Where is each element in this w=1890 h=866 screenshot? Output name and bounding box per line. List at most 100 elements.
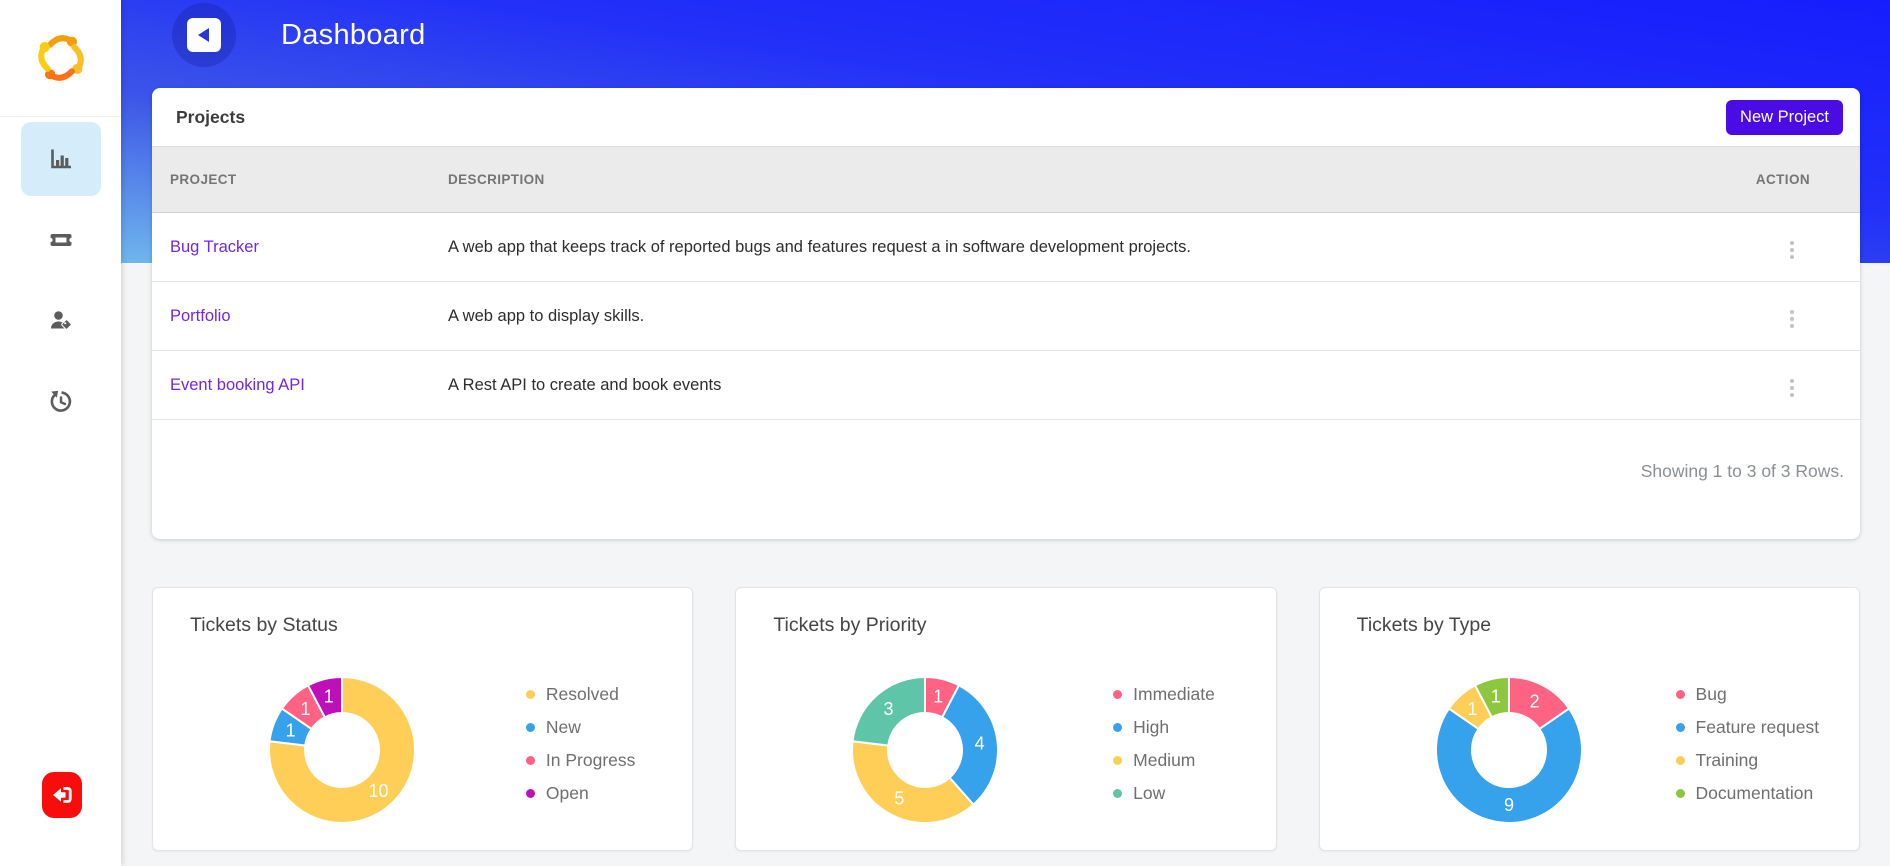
project-description: A Rest API to create and book events [448, 375, 722, 394]
legend-label: New [545, 717, 581, 737]
chevron-left-icon [187, 18, 221, 52]
legend-item-training[interactable]: Training [1675, 750, 1820, 770]
legend-dot [1675, 788, 1685, 798]
donut-chart: 2 9 11 [1434, 675, 1583, 824]
app-logo [0, 0, 121, 117]
chart-legend: Bug Feature request Training Documentation [1650, 684, 1845, 803]
chart-title: Tickets by Type [1356, 614, 1492, 636]
projects-card: Projects New Project PROJECT DESCRIPTION… [152, 88, 1860, 539]
project-description: A web app that keeps track of reported b… [448, 237, 1191, 256]
chart-legend: Resolved New In Progress Open [483, 684, 678, 803]
legend-item-new[interactable]: New [525, 717, 635, 737]
slice-value-label: 4 [975, 733, 985, 753]
legend-label: Open [545, 783, 589, 803]
legend-dot [525, 689, 535, 699]
legend-item-bug[interactable]: Bug [1675, 684, 1820, 704]
history-icon [50, 390, 71, 412]
user-tag-icon [50, 311, 72, 330]
row-actions-button[interactable] [1782, 375, 1803, 402]
ticket-icon [47, 234, 74, 246]
logout-button[interactable] [42, 772, 82, 818]
legend-label: Low [1133, 783, 1166, 803]
sidebar-item-dashboard[interactable] [20, 122, 101, 196]
sidebar [0, 0, 121, 866]
new-project-button[interactable]: New Project [1726, 99, 1843, 135]
main-area: Dashboard Projects New Project PROJECT D… [121, 0, 1890, 866]
legend-label: High [1133, 717, 1170, 737]
legend-dot [1675, 722, 1685, 732]
team-logo-icon [37, 35, 84, 81]
table-pagination-summary: Showing 1 to 3 of 3 Rows. [1640, 461, 1844, 481]
legend-item-immediate[interactable]: Immediate [1113, 684, 1215, 704]
column-header-description: DESCRIPTION [430, 146, 1690, 213]
slice-value-label: 1 [1467, 699, 1477, 719]
legend-label: Immediate [1133, 684, 1215, 704]
legend-dot [1675, 755, 1685, 765]
legend-item-resolved[interactable]: Resolved [525, 684, 635, 704]
legend-item-in-progress[interactable]: In Progress [525, 750, 636, 770]
sign-out-icon [53, 787, 72, 803]
row-actions-button[interactable] [1782, 237, 1803, 264]
table-row: Bug Tracker A web app that keeps track o… [152, 213, 1860, 282]
bar-chart-icon [50, 149, 71, 169]
legend-label: Resolved [545, 684, 619, 704]
legend-dot [525, 755, 535, 765]
slice-value-label: 1 [286, 721, 296, 741]
project-link[interactable]: Bug Tracker [170, 238, 259, 256]
column-header-project: PROJECT [152, 146, 430, 213]
table-header-row: PROJECT DESCRIPTION ACTION [152, 146, 1860, 213]
legend-item-documentation[interactable]: Documentation [1675, 783, 1820, 803]
column-header-action: ACTION [1690, 146, 1860, 213]
topbar: Dashboard [152, 0, 1860, 70]
legend-item-open[interactable]: Open [525, 783, 635, 803]
legend-item-high[interactable]: High [1113, 717, 1215, 737]
tickets-by-status-card: Tickets by Status 10 1 1 1 Resolved New In Pro… [152, 587, 694, 851]
slice-value-label: 9 [1504, 795, 1514, 815]
legend-dot [1113, 689, 1123, 699]
charts-row: Tickets by Status 10 1 1 1 Resolved New In Pro… [152, 587, 1860, 851]
legend-label: In Progress [545, 750, 636, 770]
donut-chart: 1 4 5 3 [851, 675, 1000, 824]
chart-legend: Immediate High Medium Low [1066, 684, 1261, 803]
page-title: Dashboard [281, 18, 426, 51]
legend-label: Bug [1695, 684, 1727, 704]
chart-title: Tickets by Status [190, 614, 338, 636]
slice-value-label: 1 [300, 699, 310, 719]
slice-value-label: 1 [934, 687, 944, 707]
legend-item-medium[interactable]: Medium [1113, 750, 1215, 770]
legend-dot [1675, 689, 1685, 699]
legend-item-low[interactable]: Low [1113, 783, 1215, 803]
projects-card-header: Projects New Project [152, 88, 1860, 146]
legend-label: Medium [1133, 750, 1196, 770]
slice-value-label: 1 [1490, 687, 1500, 707]
tickets-by-type-card: Tickets by Type 2 9 1 1 Bug Feature request Tr… [1318, 587, 1860, 851]
projects-table: PROJECT DESCRIPTION ACTION Bug Tracker A… [152, 146, 1860, 420]
chart-title: Tickets by Priority [773, 614, 927, 636]
legend-dot [525, 788, 535, 798]
legend-item-feature-request[interactable]: Feature request [1675, 717, 1820, 737]
legend-dot [525, 722, 535, 732]
legend-dot [1113, 722, 1123, 732]
project-link[interactable]: Event booking API [170, 376, 305, 394]
slice-value-label: 5 [895, 789, 905, 809]
project-link[interactable]: Portfolio [170, 307, 231, 325]
legend-label: Training [1695, 750, 1759, 770]
projects-title: Projects [176, 106, 246, 127]
slice-value-label: 3 [884, 699, 894, 719]
collapse-sidebar-button[interactable] [172, 3, 236, 67]
sidebar-nav [0, 117, 121, 446]
slice-value-label: 2 [1529, 691, 1539, 711]
slice-value-label: 1 [324, 687, 334, 707]
sidebar-item-tickets[interactable] [21, 203, 101, 277]
legend-label: Feature request [1695, 717, 1820, 737]
sidebar-item-users[interactable] [21, 284, 101, 358]
donut-chart: 10111 [268, 675, 416, 824]
sidebar-item-history[interactable] [21, 365, 101, 439]
table-row: Portfolio A web app to display skills. [152, 282, 1860, 351]
table-row: Event booking API A Rest API to create a… [152, 351, 1860, 420]
legend-dot [1113, 755, 1123, 765]
legend-label: Documentation [1695, 783, 1814, 803]
slice-value-label: 10 [368, 781, 388, 801]
legend-dot [1113, 788, 1123, 798]
row-actions-button[interactable] [1782, 306, 1803, 333]
